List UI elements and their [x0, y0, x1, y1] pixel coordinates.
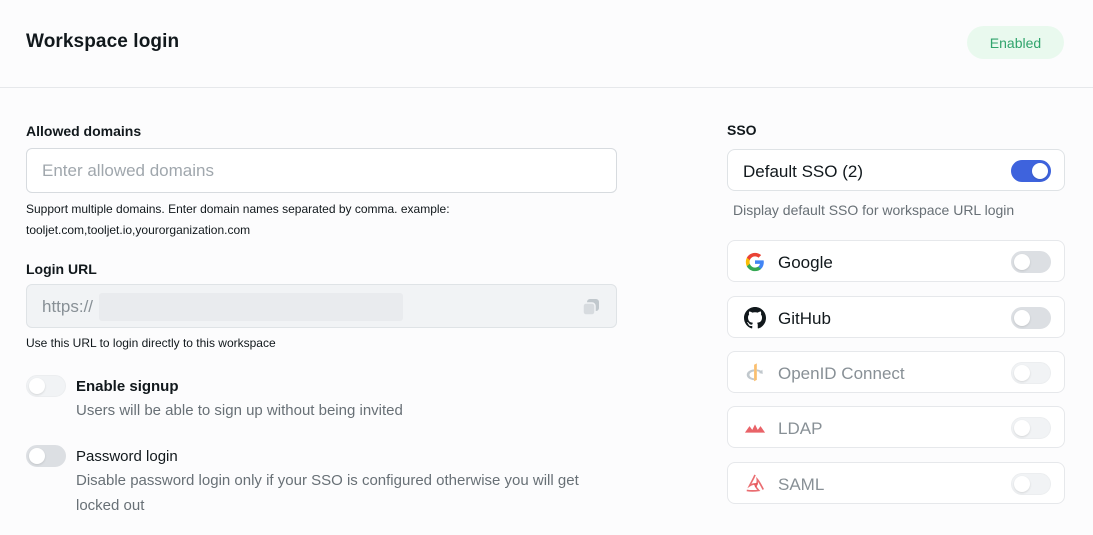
ldap-icon	[744, 424, 766, 433]
ldap-sso-toggle[interactable]	[1011, 417, 1051, 439]
sso-provider-name: GitHub	[778, 309, 831, 328]
sso-provider-name: LDAP	[778, 419, 823, 438]
toggle-knob	[29, 378, 45, 394]
password-login-title: Password login	[76, 448, 178, 465]
allowed-domains-helper-line2: tooljet.com,tooljet.io,yourorganization.…	[26, 223, 251, 237]
toggle-knob	[1014, 310, 1030, 326]
login-url-helper: Use this URL to login directly to this w…	[26, 336, 276, 350]
enable-signup-desc: Users will be able to sign up without be…	[76, 402, 403, 419]
allowed-domains-helper-line1: Support multiple domains. Enter domain n…	[26, 202, 450, 216]
sso-provider-name: SAML	[778, 475, 825, 494]
github-sso-toggle[interactable]	[1011, 307, 1051, 329]
toggle-knob	[1014, 476, 1030, 492]
toggle-knob	[1014, 420, 1030, 436]
default-sso-card: Default SSO (2)	[727, 149, 1065, 191]
sso-provider-saml[interactable]: SAML	[727, 462, 1065, 504]
login-url-field[interactable]: https://	[26, 284, 617, 328]
allowed-domains-helper: Support multiple domains. Enter domain n…	[26, 199, 450, 241]
sso-provider-ldap[interactable]: LDAP	[727, 406, 1065, 448]
login-url-redacted	[99, 293, 403, 321]
sso-provider-google[interactable]: Google	[727, 240, 1065, 282]
page-title: Workspace login	[26, 31, 180, 52]
password-login-desc: Disable password login only if your SSO …	[76, 468, 606, 518]
page-header: Workspace login Enabled	[0, 0, 1093, 88]
toggle-knob	[1014, 365, 1030, 381]
saml-sso-toggle[interactable]	[1011, 473, 1051, 495]
password-login-desc-line1: Disable password login only if your SSO …	[76, 472, 579, 489]
copy-icon[interactable]	[582, 298, 600, 316]
sso-title: SSO	[727, 122, 757, 138]
openid-icon	[746, 363, 763, 382]
default-sso-label: Default SSO (2)	[743, 162, 863, 181]
login-url-label: Login URL	[26, 261, 97, 277]
toggle-knob	[1032, 163, 1048, 179]
github-icon	[744, 307, 766, 329]
toggle-knob	[29, 448, 45, 464]
google-icon	[745, 252, 764, 272]
status-badge: Enabled	[967, 26, 1064, 59]
allowed-domains-label: Allowed domains	[26, 123, 142, 139]
default-sso-note: Display default SSO for workspace URL lo…	[733, 202, 1015, 218]
sso-provider-github[interactable]: GitHub	[727, 296, 1065, 338]
default-sso-toggle[interactable]	[1011, 160, 1051, 182]
sso-provider-name: Google	[778, 253, 833, 272]
enable-signup-title: Enable signup	[76, 378, 179, 395]
login-url-value: https://	[42, 297, 94, 316]
enable-signup-toggle[interactable]	[26, 375, 66, 397]
openid-sso-toggle[interactable]	[1011, 362, 1051, 384]
password-login-toggle[interactable]	[26, 445, 66, 467]
allowed-domains-input[interactable]	[26, 148, 617, 193]
password-login-desc-line2: locked out	[76, 497, 145, 514]
saml-icon	[746, 474, 764, 492]
toggle-knob	[1014, 254, 1030, 270]
sso-provider-openid[interactable]: OpenID Connect	[727, 351, 1065, 393]
sso-provider-name: OpenID Connect	[778, 364, 905, 383]
google-sso-toggle[interactable]	[1011, 251, 1051, 273]
